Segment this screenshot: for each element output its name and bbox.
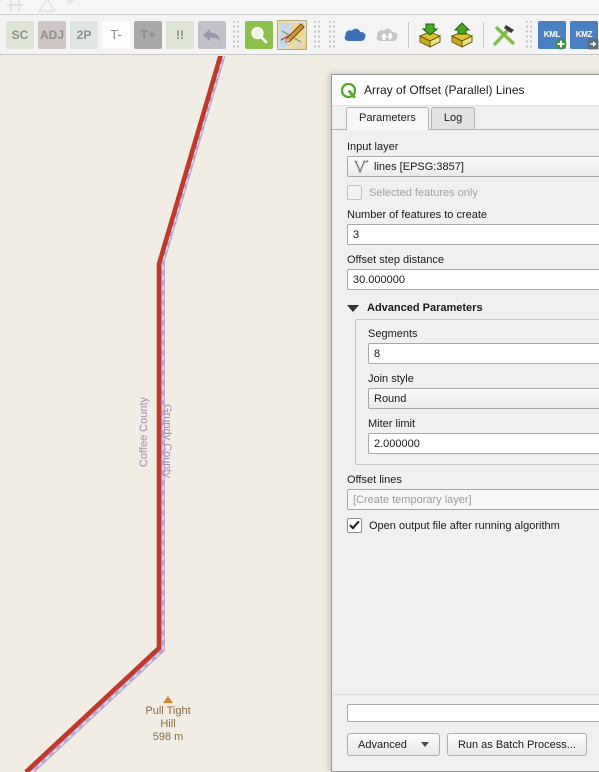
export-badge-icon xyxy=(587,38,599,49)
advanced-button[interactable]: Advanced xyxy=(347,733,440,756)
open-output-checkbox[interactable] xyxy=(347,518,362,533)
selected-features-only-row[interactable]: Selected features only xyxy=(347,185,599,200)
map-pencil-icon xyxy=(280,22,305,47)
box-export-icon xyxy=(450,21,474,48)
dropdown-arrow-icon[interactable] xyxy=(62,0,78,14)
peak-elevation: 598 m xyxy=(152,731,184,743)
toolbar-drag-handle[interactable] xyxy=(231,20,240,49)
kmz-export-button[interactable]: KMZ xyxy=(570,20,599,49)
box-import-icon xyxy=(418,23,442,48)
import-3d-button[interactable] xyxy=(416,21,444,49)
tab-parameters[interactable]: Parameters xyxy=(346,107,429,130)
input-layer-label: Input layer xyxy=(347,141,399,153)
open-output-label: Open output file after running algorithm xyxy=(369,519,560,532)
t-minus-button[interactable]: T- xyxy=(102,20,130,49)
caret-down-icon xyxy=(420,742,429,747)
advanced-parameters-title: Advanced Parameters xyxy=(367,302,483,314)
peak-name-line-2: Hill xyxy=(160,718,176,730)
offset-step-label: Offset step distance xyxy=(347,254,445,266)
segments-input[interactable]: 8 xyxy=(368,343,599,364)
magnifier-icon xyxy=(251,26,268,43)
warning-button[interactable]: !! xyxy=(166,20,194,49)
snap-icon[interactable] xyxy=(4,0,26,14)
hammer-wrench-icon xyxy=(493,24,515,46)
main-toolbar: SC ADJ 2P T- T+ !! KML KMZ xyxy=(0,15,599,55)
map-label-coffee-county: Coffee County xyxy=(138,397,150,468)
input-layer-combobox[interactable]: lines [EPSG:3857] xyxy=(347,156,599,177)
input-layer-value: lines [EPSG:3857] xyxy=(374,160,464,173)
adj-button[interactable]: ADJ xyxy=(38,20,66,49)
offset-lines-label: Offset lines xyxy=(347,474,402,486)
identify-zoom-button[interactable] xyxy=(245,20,273,49)
cloud-sync-icon xyxy=(376,28,398,41)
line-layer-icon xyxy=(354,159,369,173)
t-plus-button[interactable]: T+ xyxy=(134,20,162,49)
toolbar-drag-handle-2[interactable] xyxy=(312,20,321,49)
run-as-batch-process-button[interactable]: Run as Batch Process... xyxy=(446,733,587,756)
advanced-button-label: Advanced xyxy=(358,738,407,751)
undo-arrow-icon xyxy=(203,28,220,41)
plus-badge-icon xyxy=(555,38,567,49)
advanced-parameters-toggle[interactable]: Advanced Parameters xyxy=(347,302,599,314)
2p-button[interactable]: 2P xyxy=(70,20,98,49)
export-3d-button[interactable] xyxy=(448,21,476,49)
cloud-button[interactable] xyxy=(341,21,369,49)
selected-features-only-label: Selected features only xyxy=(369,186,478,199)
toolbar-drag-handle-4[interactable] xyxy=(524,20,533,49)
peak-name-line-1: Pull Tight xyxy=(145,705,191,717)
offset-lines-output-input[interactable]: [Create temporary layer] xyxy=(347,489,599,510)
map-edit-button[interactable] xyxy=(277,19,307,50)
peak-triangle-icon xyxy=(163,696,173,703)
num-features-label: Number of features to create xyxy=(347,209,488,221)
toolbar-drag-handle-3[interactable] xyxy=(327,20,336,49)
miter-limit-input[interactable]: 2.000000 xyxy=(368,433,599,454)
cloud-sync-button[interactable] xyxy=(373,21,401,49)
selected-features-only-checkbox[interactable] xyxy=(347,185,362,200)
tools-button[interactable] xyxy=(491,21,519,49)
dialog-parameters-panel: Input layer lines [EPSG:3857] Selected f… xyxy=(333,131,599,695)
toolbar-separator-1 xyxy=(408,21,409,48)
dialog-footer: Advanced Run as Batch Process... xyxy=(333,694,599,770)
advanced-parameters-panel: Segments 8 Join style Round Miter limit … xyxy=(355,319,599,465)
sc-button[interactable]: SC xyxy=(6,20,34,49)
dialog-tabstrip: Parameters Log xyxy=(332,106,599,130)
join-style-combobox[interactable]: Round xyxy=(368,388,599,409)
map-label-grundy-county: Grundy County xyxy=(161,404,173,478)
progress-bar xyxy=(347,704,599,722)
cloud-icon xyxy=(344,28,366,41)
kml-add-button[interactable]: KML xyxy=(538,20,567,49)
qgis-application-window: SC ADJ 2P T- T+ !! KML KMZ Coffee County… xyxy=(0,0,599,772)
triangle-measure-icon[interactable] xyxy=(36,0,58,14)
offset-step-input[interactable]: 30.000000 xyxy=(347,269,599,290)
undo-button[interactable] xyxy=(198,20,226,49)
toolbar-separator-2 xyxy=(483,21,484,48)
num-features-input[interactable]: 3 xyxy=(347,224,599,245)
miter-limit-label: Miter limit xyxy=(368,418,416,430)
join-style-label: Join style xyxy=(368,373,414,385)
qgis-logo-icon xyxy=(341,82,356,98)
tab-log[interactable]: Log xyxy=(430,107,476,129)
dialog-title: Array of Offset (Parallel) Lines xyxy=(364,83,525,97)
open-output-row[interactable]: Open output file after running algorithm xyxy=(347,518,599,533)
segments-label: Segments xyxy=(368,328,418,340)
peak-marker-pull-tight-hill: Pull Tight Hill 598 m xyxy=(108,696,228,744)
toolbar-row-clipped xyxy=(0,0,599,15)
chevron-down-icon xyxy=(347,304,359,312)
processing-algorithm-dialog: Array of Offset (Parallel) Lines Paramet… xyxy=(331,74,599,772)
dialog-titlebar[interactable]: Array of Offset (Parallel) Lines xyxy=(332,75,599,106)
dialog-button-row: Advanced Run as Batch Process... xyxy=(347,733,599,756)
